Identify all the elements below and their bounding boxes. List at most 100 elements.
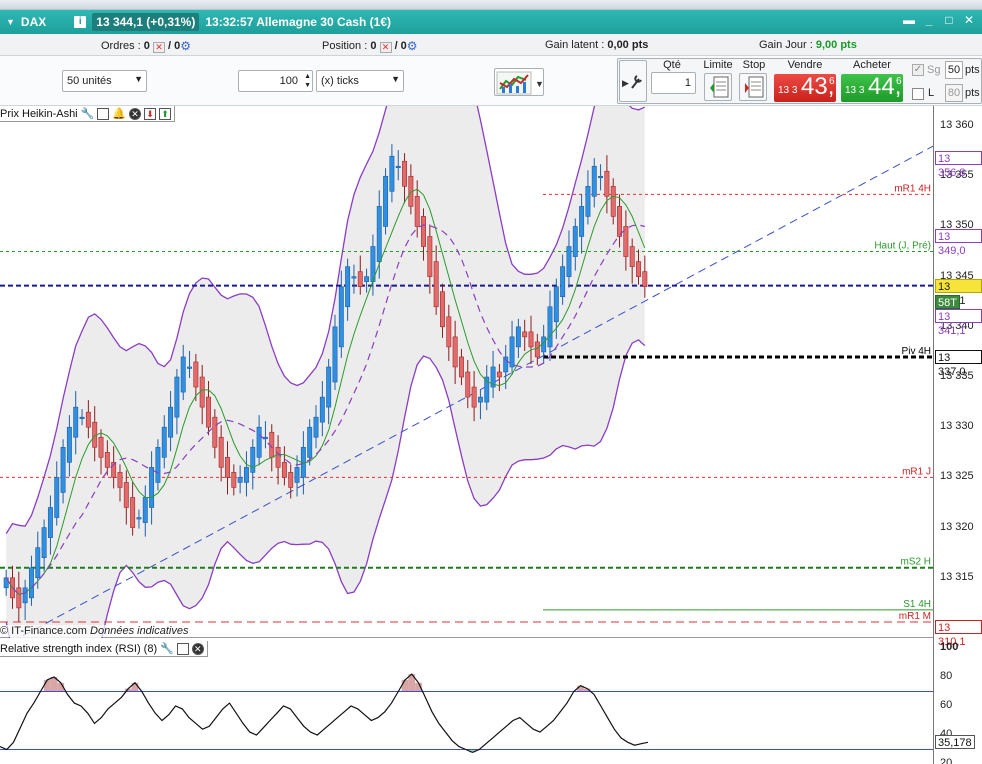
close-position-icon[interactable]: ✕: [379, 42, 392, 53]
rsi-chart: [0, 673, 933, 754]
day-gain-stat: Gain Jour : 9,00 pts: [759, 39, 857, 51]
price-tag-purple: 13 356,8: [935, 151, 982, 179]
window-icon[interactable]: [176, 642, 189, 655]
bullish-candle: [547, 306, 553, 348]
bearish-candle: [496, 371, 502, 378]
rsi-axis-tick-label: 60: [940, 699, 953, 711]
bullish-candle: [383, 175, 389, 227]
bullish-candle: [566, 246, 572, 277]
level-label: mR1 M: [899, 611, 931, 622]
close-icon[interactable]: ✕: [191, 642, 204, 655]
minimize-window-icon[interactable]: _: [922, 14, 936, 28]
price-axis[interactable]: [933, 106, 982, 764]
rsi-pane[interactable]: [0, 640, 933, 764]
ticks-stepper[interactable]: 100 ▲ ▼: [238, 70, 313, 92]
limit-order-icon: [710, 76, 729, 98]
wrench-icon[interactable]: 🔧: [160, 642, 174, 655]
move-up-icon[interactable]: ⬆: [159, 107, 172, 120]
axis-tick-label: 13 360: [940, 119, 974, 132]
axis-tick-label: 13 320: [940, 520, 974, 533]
wrench-icon[interactable]: 🔧: [81, 107, 95, 120]
limit-order-button[interactable]: [704, 73, 732, 101]
bearish-candle: [440, 291, 445, 328]
price-chart: mR1 4H Haut (J, Pré) Piv 4H mR1 J mS2 H S1 4H…: [0, 61, 934, 702]
move-down-icon[interactable]: ⬇: [144, 107, 157, 120]
price-tag-timer: 58T: [935, 294, 960, 309]
bullish-candle: [332, 326, 338, 383]
cancel-orders-icon[interactable]: ✕: [152, 42, 165, 53]
bullish-candle: [572, 226, 578, 257]
units-select-value: 50 unités: [67, 75, 112, 87]
bullish-candle: [28, 567, 34, 599]
top-strip: [0, 0, 982, 10]
latent-gain-label: Gain latent :: [545, 39, 605, 51]
bearish-candle: [610, 186, 616, 217]
bullish-candle: [319, 396, 325, 423]
bullish-candle: [560, 266, 566, 298]
bullish-candle: [515, 326, 521, 348]
close-icon[interactable]: ✕: [962, 14, 976, 28]
instrument-symbol[interactable]: DAX: [21, 15, 46, 29]
wrench-button[interactable]: ▶: [619, 60, 647, 102]
bullish-candle: [598, 175, 604, 179]
rsi-value-tag: 35,178: [935, 735, 975, 750]
l-checkbox[interactable]: [912, 88, 924, 100]
bearish-candle: [446, 316, 452, 348]
units-select[interactable]: 50 unités ▼: [62, 70, 147, 92]
bullish-candle: [155, 446, 161, 483]
bullish-candle: [149, 467, 155, 508]
day-gain-label: Gain Jour :: [759, 39, 813, 51]
bearish-candle: [528, 331, 534, 348]
info-icon[interactable]: i: [74, 16, 87, 28]
gear-icon[interactable]: ⚙: [407, 39, 418, 53]
bearish-candle: [206, 396, 211, 428]
l-value-input[interactable]: 80: [945, 84, 963, 102]
stop-order-button[interactable]: [739, 73, 767, 101]
price-chart-pane[interactable]: mR1 4H Haut (J, Pré) Piv 4H mR1 J mS2 H S1 4H…: [0, 61, 934, 702]
bullish-candle: [591, 165, 597, 197]
sell-price-small: 13 3: [778, 85, 798, 96]
bullish-candle: [41, 527, 47, 558]
bullish-candle: [579, 206, 585, 237]
buy-button[interactable]: 13 3 44, 6: [841, 74, 903, 102]
window-icon[interactable]: [97, 107, 110, 120]
time-instrument-name: 13:32:57 Allemagne 30 Cash (1€): [205, 15, 391, 29]
position-label: Position :: [322, 40, 368, 52]
bullish-candle: [307, 426, 313, 458]
close-icon[interactable]: ✕: [129, 107, 142, 120]
bearish-candle: [275, 446, 281, 468]
chevron-down-icon: ▼: [134, 74, 143, 84]
sell-label: Vendre: [787, 59, 823, 71]
ticks-unit-select[interactable]: (x) ticks ▼: [316, 70, 404, 92]
rsi-indicator-header: Relative strength index (RSI) (8) 🔧 ✕: [0, 641, 208, 657]
bullish-candle: [294, 467, 300, 483]
sg-checkbox[interactable]: ✓: [912, 64, 924, 76]
limit-label: Limite: [703, 59, 733, 71]
level-label: Piv 4H: [902, 346, 931, 357]
l-unit: pts: [965, 87, 980, 99]
bell-icon[interactable]: 🔔: [112, 107, 126, 120]
gear-icon[interactable]: ⚙: [180, 39, 191, 53]
sell-button[interactable]: 13 3 43, 6: [774, 74, 836, 102]
rsi-overbought-fill: [401, 679, 409, 692]
minimize-icon[interactable]: ▬: [902, 14, 916, 28]
bearish-candle: [402, 160, 408, 187]
sg-value-input[interactable]: 50: [945, 61, 963, 79]
qty-label: Qté: [663, 59, 681, 71]
chart-type-button[interactable]: ▼: [494, 68, 544, 96]
bullish-candle: [395, 165, 401, 169]
last-quote: 13 344,1 (+0,31%): [92, 13, 200, 31]
qty-input[interactable]: 1: [651, 72, 696, 94]
bearish-candle: [465, 371, 471, 398]
level-label: mR1 4H: [894, 183, 931, 194]
caret-down-icon[interactable]: ▼: [6, 17, 15, 27]
sg-unit: pts: [965, 64, 980, 76]
bearish-candle: [604, 170, 610, 197]
position-total: / 0: [394, 40, 407, 52]
bearish-candle: [225, 457, 230, 478]
svg-text:▼: ▼: [535, 79, 544, 89]
bullish-candle: [35, 547, 41, 579]
spinner-icon[interactable]: ▲ ▼: [304, 72, 311, 90]
maximize-icon[interactable]: □: [942, 14, 956, 28]
position-stat: Position : 0 ✕ / 0⚙: [322, 39, 418, 53]
